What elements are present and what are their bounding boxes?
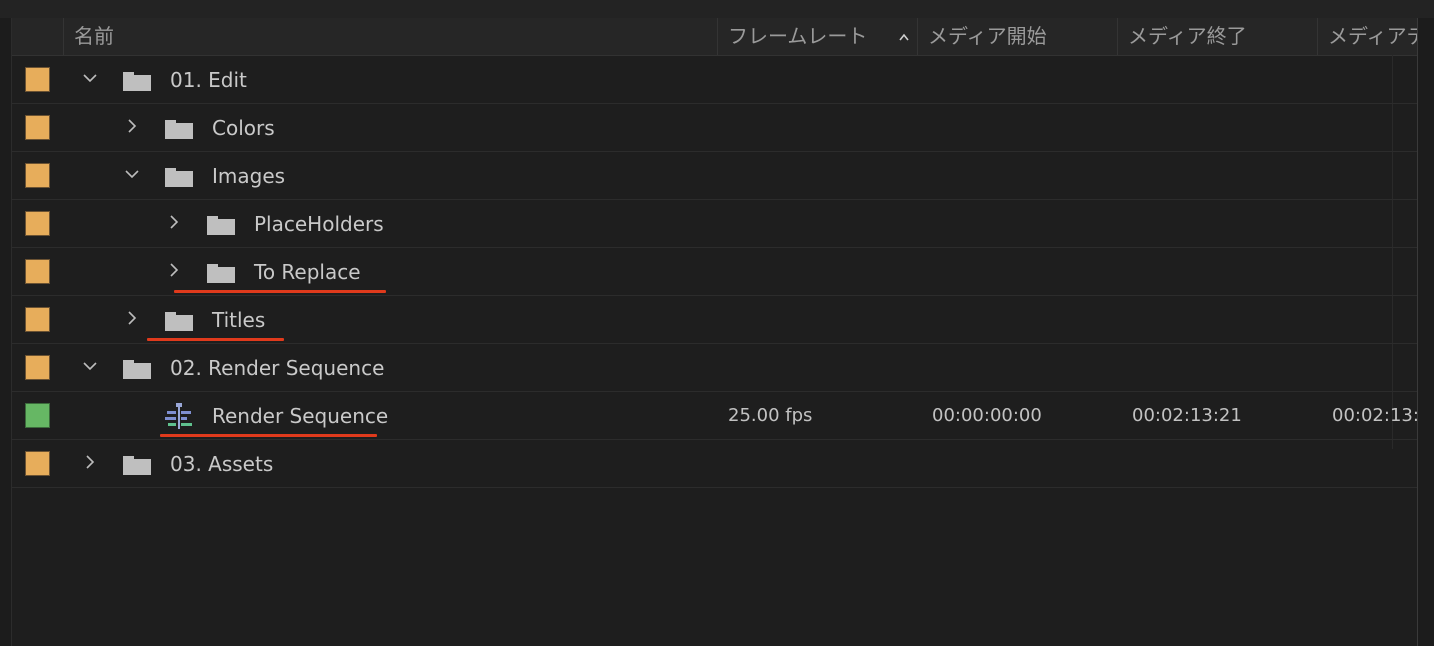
project-list-table: 名前 フレームレート メディア開始 メディア終了 メディアデ 01. Edit bbox=[11, 18, 1418, 646]
item-name: To Replace bbox=[254, 260, 361, 284]
column-header: 名前 フレームレート メディア開始 メディア終了 メディアデ bbox=[12, 18, 1417, 56]
list-row-render-sequence[interactable]: Render Sequence 25.00 fps 00:00:00:00 00… bbox=[12, 392, 1417, 440]
item-name: Render Sequence bbox=[212, 404, 389, 428]
folder-icon bbox=[165, 312, 193, 331]
chevron-down-icon[interactable] bbox=[82, 358, 98, 374]
folder-icon bbox=[165, 120, 193, 139]
item-name: 02. Render Sequence bbox=[170, 356, 385, 380]
chevron-right-icon[interactable] bbox=[166, 262, 182, 278]
frame-rate-column-label: フレームレート bbox=[728, 24, 868, 48]
item-name: Titles bbox=[212, 308, 266, 332]
chevron-down-icon[interactable] bbox=[124, 166, 140, 182]
item-name: PlaceHolders bbox=[254, 212, 384, 236]
folder-icon bbox=[207, 264, 235, 283]
highlight-underline bbox=[160, 434, 377, 437]
list-row-03-assets[interactable]: 03. Assets bbox=[12, 440, 1417, 488]
label-color-swatch[interactable] bbox=[25, 403, 50, 428]
folder-icon bbox=[207, 216, 235, 235]
media-start-value: 00:00:00:00 bbox=[932, 405, 1042, 426]
label-color-swatch[interactable] bbox=[25, 163, 50, 188]
media-duration-value: 00:02:13:2 bbox=[1332, 405, 1417, 426]
highlight-underline bbox=[147, 338, 284, 341]
media-end-value: 00:02:13:21 bbox=[1132, 405, 1242, 426]
chevron-right-icon[interactable] bbox=[166, 214, 182, 230]
list-row-images[interactable]: Images bbox=[12, 152, 1417, 200]
item-name: 03. Assets bbox=[170, 452, 274, 476]
frame-rate-column-header[interactable]: フレームレート bbox=[718, 18, 918, 55]
media-start-column-header[interactable]: メディア開始 bbox=[918, 18, 1118, 55]
label-color-swatch[interactable] bbox=[25, 211, 50, 236]
list-row-colors[interactable]: Colors bbox=[12, 104, 1417, 152]
list-row-01-edit[interactable]: 01. Edit bbox=[12, 56, 1417, 104]
list-row-02-render-sequence[interactable]: 02. Render Sequence bbox=[12, 344, 1417, 392]
label-color-swatch[interactable] bbox=[25, 115, 50, 140]
panel-top-bar bbox=[0, 0, 1434, 18]
list-row-titles[interactable]: Titles bbox=[12, 296, 1417, 344]
chevron-right-icon[interactable] bbox=[124, 118, 140, 134]
chevron-right-icon[interactable] bbox=[124, 310, 140, 326]
frame-rate-value: 25.00 fps bbox=[728, 405, 813, 426]
label-column-header[interactable] bbox=[12, 18, 64, 55]
chevron-right-icon[interactable] bbox=[82, 454, 98, 470]
list-row-to-replace[interactable]: To Replace bbox=[12, 248, 1417, 296]
project-panel: 名前 フレームレート メディア開始 メディア終了 メディアデ 01. Edit bbox=[0, 0, 1434, 646]
folder-icon bbox=[165, 168, 193, 187]
list-row-placeholders[interactable]: PlaceHolders bbox=[12, 200, 1417, 248]
label-color-swatch[interactable] bbox=[25, 451, 50, 476]
item-name: Colors bbox=[212, 116, 275, 140]
label-color-swatch[interactable] bbox=[25, 307, 50, 332]
chevron-down-icon[interactable] bbox=[82, 70, 98, 86]
sort-ascending-icon bbox=[899, 33, 909, 41]
item-name: 01. Edit bbox=[170, 68, 247, 92]
folder-icon bbox=[123, 72, 151, 91]
item-name: Images bbox=[212, 164, 286, 188]
label-color-swatch[interactable] bbox=[25, 67, 50, 92]
label-color-swatch[interactable] bbox=[25, 259, 50, 284]
media-end-column-header[interactable]: メディア終了 bbox=[1118, 18, 1318, 55]
media-duration-column-header[interactable]: メディアデ bbox=[1318, 18, 1417, 55]
sequence-icon bbox=[165, 403, 192, 429]
name-column-header[interactable]: 名前 bbox=[64, 18, 718, 55]
folder-icon bbox=[123, 360, 151, 379]
folder-icon bbox=[123, 456, 151, 475]
highlight-underline bbox=[174, 290, 386, 293]
label-color-swatch[interactable] bbox=[25, 355, 50, 380]
